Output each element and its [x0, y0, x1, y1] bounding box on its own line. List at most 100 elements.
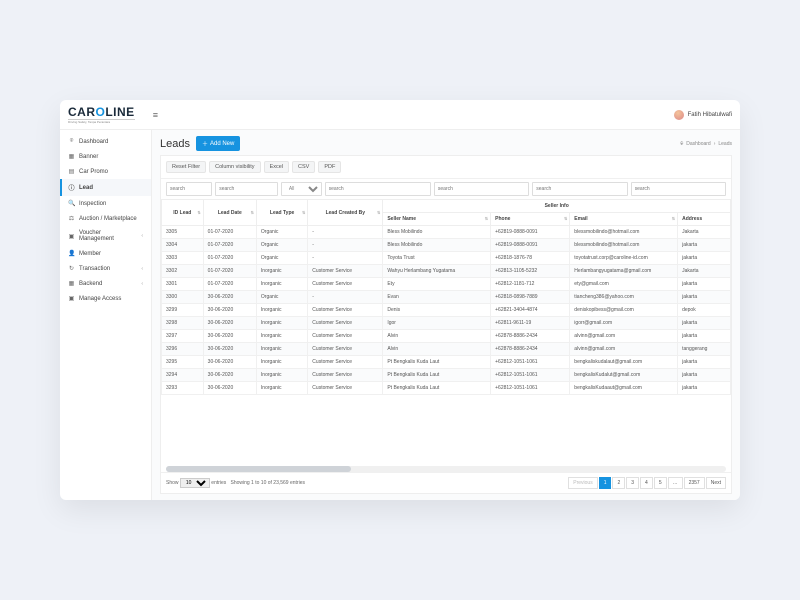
cell-addr: depok — [678, 304, 731, 317]
sidebar-item-transaction[interactable]: ↻Transaction‹ — [60, 261, 151, 276]
pager-page[interactable]: 5 — [654, 477, 667, 489]
user-menu[interactable]: Fatih Hibatulwafi — [674, 110, 732, 120]
sidebar-item-auction-marketplace[interactable]: ⚖Auction / Marketplace — [60, 211, 151, 226]
cell-email: deniskopibess@gmail.com — [570, 304, 678, 317]
search-lead-type[interactable]: All — [281, 182, 322, 196]
search-lead-created-by[interactable] — [325, 182, 431, 196]
sidebar-item-car-promo[interactable]: ▤Car Promo — [60, 164, 151, 179]
cell-email: Herlambangyugatama@gmail.com — [570, 265, 678, 278]
table-row[interactable]: 329430-06-2020InorganicCustomer ServiceP… — [162, 369, 731, 382]
cell-seller: Ety — [383, 278, 491, 291]
cell-phone: +62811-9611-19 — [491, 317, 570, 330]
menu-toggle-icon[interactable]: ≡ — [153, 110, 158, 120]
search-phone[interactable] — [532, 182, 627, 196]
pager-next[interactable]: Next — [706, 477, 726, 489]
sort-icon: ⇅ — [197, 210, 200, 215]
table-row[interactable]: 329930-06-2020InorganicCustomer ServiceD… — [162, 304, 731, 317]
cell-id: 3295 — [162, 356, 204, 369]
cell-seller: Alvin — [383, 330, 491, 343]
table-row[interactable]: 330501-07-2020Organic-Bless Mobilindo+62… — [162, 226, 731, 239]
sidebar-icon: ▦ — [68, 153, 75, 160]
sidebar-item-inspection[interactable]: 🔍Inspection — [60, 196, 151, 211]
col-lead-created-by[interactable]: Lead Created By⇅ — [308, 200, 383, 226]
cell-addr: jakarta — [678, 278, 731, 291]
sidebar-item-manage-access[interactable]: ▣Manage Access — [60, 291, 151, 306]
col-seller-name[interactable]: Seller Name⇅ — [383, 213, 491, 226]
cell-phone: +62819-0888-0091 — [491, 239, 570, 252]
sidebar-item-label: Inspection — [79, 201, 106, 207]
export-excel-button[interactable]: Excel — [264, 161, 289, 173]
add-new-button[interactable]: ＋Add New — [196, 136, 240, 151]
sidebar-item-lead[interactable]: ⓘLead — [60, 179, 151, 196]
pager-page[interactable]: 2357 — [684, 477, 705, 489]
sidebar-item-backend[interactable]: ▦Backend‹ — [60, 276, 151, 291]
pager-page[interactable]: 2 — [612, 477, 625, 489]
table-row[interactable]: 330030-06-2020Organic-Evan+62818-0898-78… — [162, 291, 731, 304]
sidebar-item-voucher-management[interactable]: ▣Voucher Management‹ — [60, 226, 151, 246]
cell-date: 30-06-2020 — [203, 382, 256, 395]
cell-phone: +62812-1181-712 — [491, 278, 570, 291]
table-row[interactable]: 329530-06-2020InorganicCustomer ServiceP… — [162, 356, 731, 369]
export-csv-button[interactable]: CSV — [292, 161, 315, 173]
col-email[interactable]: Email⇅ — [570, 213, 678, 226]
col-lead-date[interactable]: Lead Date⇅ — [203, 200, 256, 226]
sidebar-item-banner[interactable]: ▦ Banner — [60, 149, 151, 164]
cell-date: 30-06-2020 — [203, 330, 256, 343]
breadcrumb-root[interactable]: Dashboard — [686, 141, 710, 147]
search-id-lead[interactable] — [166, 182, 212, 196]
column-visibility-button[interactable]: Column visibility — [209, 161, 260, 173]
sidebar-icon: ↻ — [68, 265, 75, 272]
col-phone[interactable]: Phone⇅ — [491, 213, 570, 226]
pager-page[interactable]: … — [668, 477, 683, 489]
cell-phone: +62812-1051-1061 — [491, 356, 570, 369]
table-row[interactable]: 330301-07-2020Organic-Toyota Trust+62818… — [162, 252, 731, 265]
col-lead-type[interactable]: Lead Type⇅ — [256, 200, 307, 226]
cell-phone: +62818-1876-78 — [491, 252, 570, 265]
cell-addr: tanggerang — [678, 343, 731, 356]
cell-addr: jakarta — [678, 330, 731, 343]
search-seller-name[interactable] — [434, 182, 529, 196]
search-email[interactable] — [631, 182, 726, 196]
col-seller-info: Seller Info — [383, 200, 731, 213]
table-row[interactable]: 329330-06-2020InorganicCustomer ServiceP… — [162, 382, 731, 395]
scrollbar-thumb[interactable] — [166, 466, 351, 472]
pager-page[interactable]: 4 — [640, 477, 653, 489]
app-frame: CAROLINE Driving Safely, Tanpa Perantara… — [60, 100, 740, 500]
cell-email: alvinn@gmail.com — [570, 330, 678, 343]
sidebar-item-dashboard[interactable]: ⌾Dashboard — [60, 134, 151, 149]
entries-info: Showing 1 to 10 of 23,569 entries — [230, 480, 305, 486]
cell-id: 3299 — [162, 304, 204, 317]
cell-addr: Jakarta — [678, 226, 731, 239]
cell-id: 3294 — [162, 369, 204, 382]
table-row[interactable]: 330201-07-2020InorganicCustomer ServiceW… — [162, 265, 731, 278]
cell-type: Organic — [256, 226, 307, 239]
chevron-left-icon: ‹ — [141, 233, 143, 239]
cell-type: Inorganic — [256, 330, 307, 343]
page-size-select[interactable]: 10 — [180, 478, 210, 488]
pager-page[interactable]: 3 — [626, 477, 639, 489]
cell-type: Inorganic — [256, 382, 307, 395]
table-row[interactable]: 329730-06-2020InorganicCustomer ServiceA… — [162, 330, 731, 343]
pager-prev[interactable]: Previous — [568, 477, 597, 489]
reset-filter-button[interactable]: Reset Filter — [166, 161, 206, 173]
cell-phone: +62812-1051-1061 — [491, 369, 570, 382]
sidebar-item-label: Lead — [79, 185, 93, 191]
export-pdf-button[interactable]: PDF — [318, 161, 341, 173]
sidebar-item-member[interactable]: 👤Member — [60, 246, 151, 261]
cell-type: Inorganic — [256, 356, 307, 369]
table-row[interactable]: 329630-06-2020InorganicCustomer ServiceA… — [162, 343, 731, 356]
cell-date: 01-07-2020 — [203, 252, 256, 265]
table-row[interactable]: 330101-07-2020InorganicCustomer ServiceE… — [162, 278, 731, 291]
sidebar-item-label: Banner — [79, 154, 98, 160]
table-row[interactable]: 330401-07-2020Organic-Bless Mobilindo+62… — [162, 239, 731, 252]
table-toolbar: Reset Filter Column visibility Excel CSV… — [161, 156, 731, 179]
cell-type: Inorganic — [256, 304, 307, 317]
table-row[interactable]: 329830-06-2020InorganicCustomer ServiceI… — [162, 317, 731, 330]
search-lead-date[interactable] — [215, 182, 278, 196]
pager-page[interactable]: 1 — [599, 477, 612, 489]
col-id-lead[interactable]: ID Lead⇅ — [162, 200, 204, 226]
col-address[interactable]: Address — [678, 213, 731, 226]
horizontal-scrollbar[interactable] — [166, 466, 726, 472]
cell-by: Customer Service — [308, 265, 383, 278]
sidebar-item-label: Member — [79, 251, 101, 257]
